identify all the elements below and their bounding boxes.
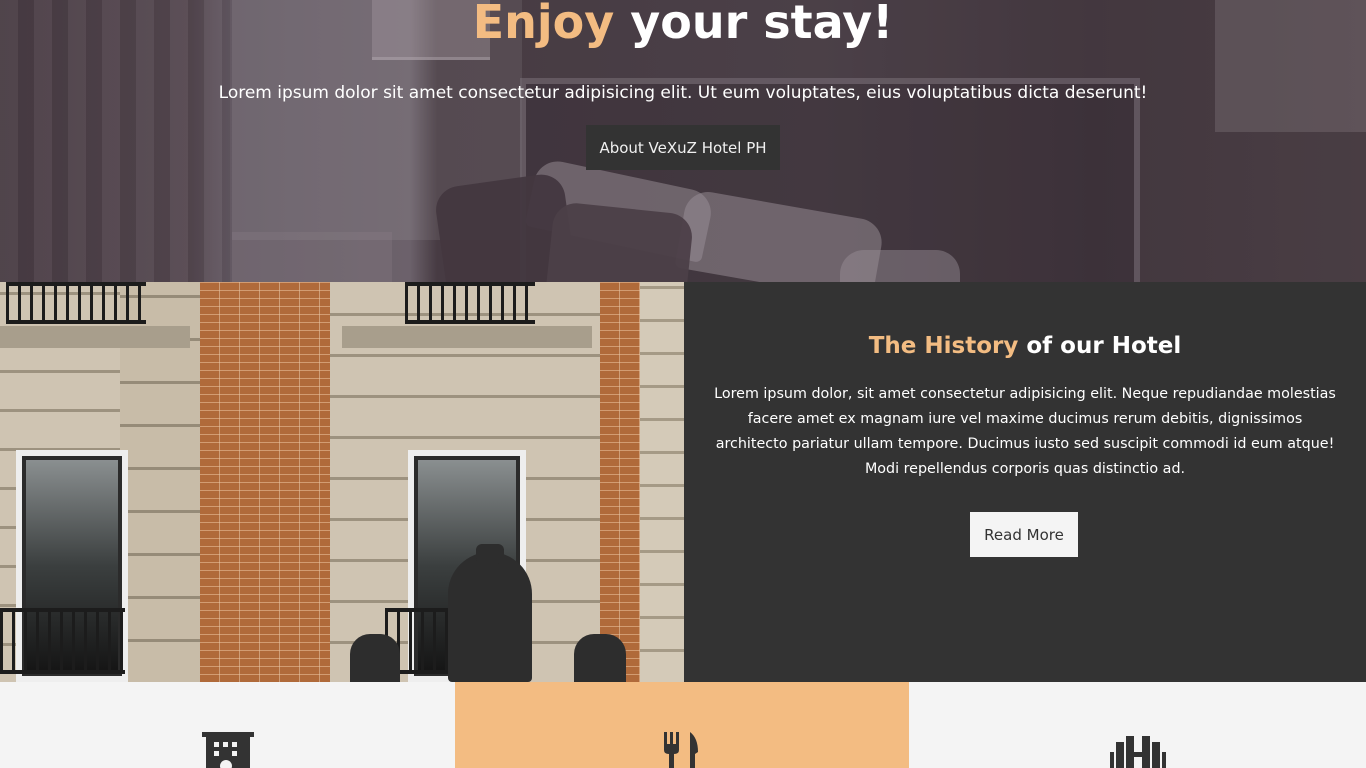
history-title-rest: of our Hotel [1018, 333, 1182, 359]
feature-card-gym [909, 682, 1366, 768]
feature-card-dining [455, 682, 909, 768]
features-strip [0, 682, 1366, 768]
hotel-building-icon [201, 732, 254, 768]
hero-banner: Enjoy your stay! Lorem ipsum dolor sit a… [0, 0, 1366, 282]
street-lamp [448, 552, 532, 682]
hotel-facade-image [0, 282, 684, 682]
dumbbell-icon [1109, 736, 1166, 768]
history-title-accent: The History [868, 333, 1019, 359]
utensils-icon [664, 732, 698, 768]
hero-description: Lorem ipsum dolor sit amet consectetur a… [218, 83, 1148, 103]
hero-title: Enjoy your stay! [0, 0, 1366, 54]
history-section: The History of our Hotel Lorem ipsum dol… [684, 282, 1366, 682]
history-title: The History of our Hotel [684, 330, 1366, 362]
about-hotel-button[interactable]: About VeXuZ Hotel PH [586, 125, 780, 170]
feature-card-hotel [0, 682, 455, 768]
hero-title-rest: your stay! [614, 0, 894, 49]
history-description: Lorem ipsum dolor, sit amet consectetur … [714, 386, 1336, 477]
read-more-button[interactable]: Read More [970, 512, 1078, 557]
hero-title-accent: Enjoy [472, 0, 615, 49]
